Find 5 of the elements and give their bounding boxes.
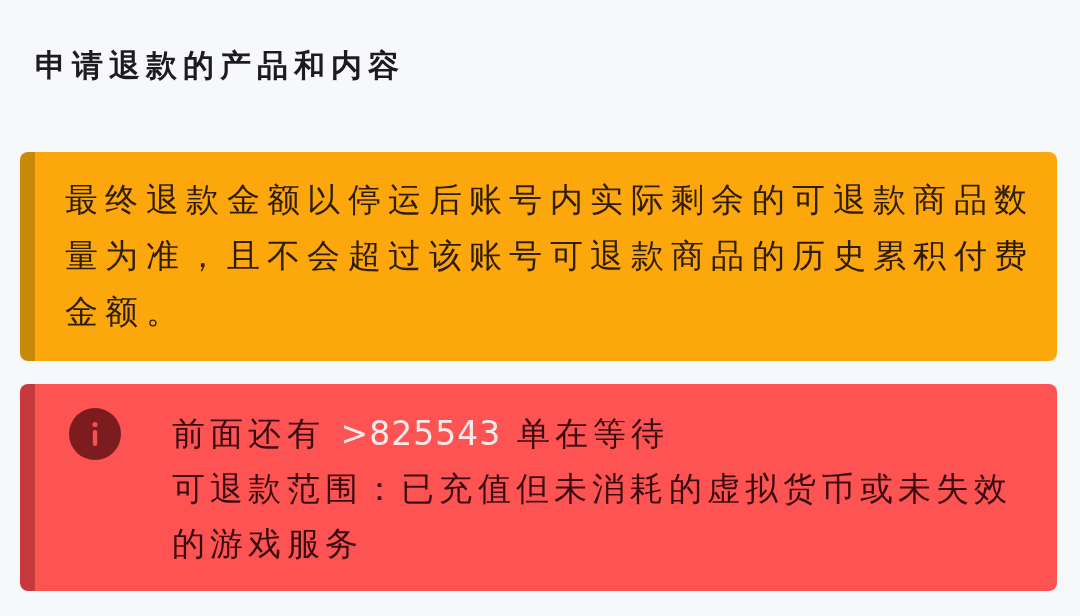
queue-status-text: 前面还有 >825543 单在等待 bbox=[172, 413, 671, 455]
info-icon bbox=[69, 408, 121, 460]
notice-text: 最终退款金额以停运后账号内实际剩余的可退款商品数量为准，且不会超过该账号可退款商品的历史累积付费金额。 bbox=[65, 179, 1035, 333]
notice-text: 可退款范围：已充值但未消耗的虚拟货币或未失效的游戏服务 bbox=[172, 468, 1014, 565]
section-title: 申请退款的产品和内容 bbox=[34, 46, 406, 85]
